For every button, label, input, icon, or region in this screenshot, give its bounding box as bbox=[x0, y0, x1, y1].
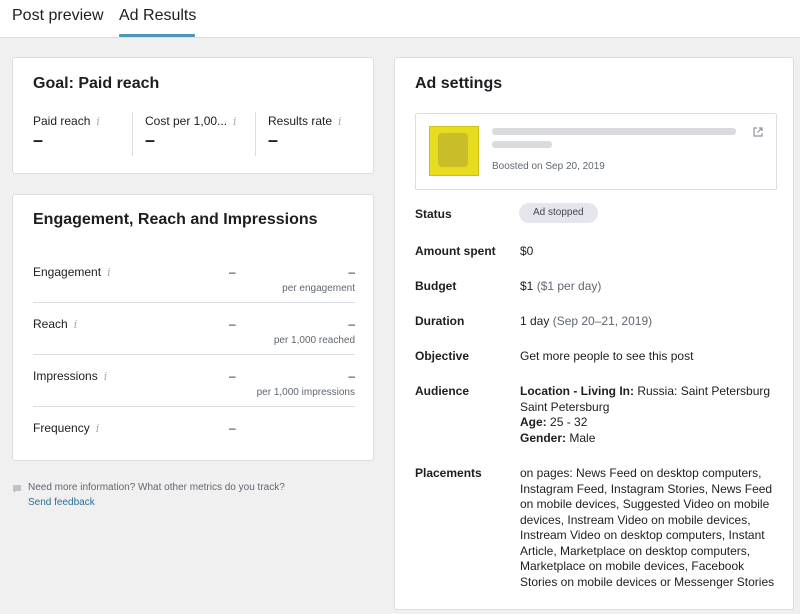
info-icon[interactable]: i bbox=[104, 370, 108, 383]
row-cost: – bbox=[348, 369, 355, 383]
info-icon[interactable]: i bbox=[96, 422, 100, 435]
audience-gender-val: Male bbox=[569, 430, 596, 445]
row-label: Reach bbox=[33, 317, 68, 331]
objective-label: Objective bbox=[415, 349, 470, 363]
placements-value: on pages: News Feed on desktop computers… bbox=[520, 466, 775, 589]
info-icon[interactable]: i bbox=[107, 266, 111, 279]
metric-row-reach: Reach i – – per 1,000 reached bbox=[33, 303, 355, 355]
row-value: – bbox=[229, 265, 236, 279]
info-icon[interactable]: i bbox=[338, 115, 342, 128]
divider bbox=[132, 112, 133, 156]
audience-value: Location - Living In: Russia: Saint Pete… bbox=[520, 384, 780, 446]
duration-days: 1 day bbox=[520, 314, 550, 328]
comment-icon bbox=[13, 485, 21, 493]
ad-settings-card: Ad settings Boosted on Sep 20, 2019 Stat… bbox=[394, 57, 794, 610]
metric-label: Cost per 1,00... bbox=[145, 114, 228, 128]
tab-post-preview[interactable]: Post preview bbox=[12, 6, 104, 26]
status-badge: Ad stopped bbox=[519, 203, 598, 223]
tab-ad-results[interactable]: Ad Results bbox=[119, 6, 196, 26]
budget-label: Budget bbox=[415, 279, 457, 293]
row-label: Frequency bbox=[33, 421, 90, 435]
metric-row-engagement: Engagement i – – per engagement bbox=[33, 251, 355, 303]
audience-gender-key: Gender: bbox=[520, 430, 567, 445]
audience-location-val: Russia: Saint Petersburg bbox=[637, 384, 771, 398]
external-link-icon[interactable] bbox=[752, 126, 764, 138]
row-cost: – bbox=[348, 317, 355, 331]
metric-row-impressions: Impressions i – – per 1,000 impressions bbox=[33, 355, 355, 407]
metric-value: – bbox=[33, 130, 44, 150]
budget-value: $1 ($1 per day) bbox=[520, 279, 780, 295]
amount-spent-label: Amount spent bbox=[415, 244, 496, 258]
amount-spent-value: $0 bbox=[520, 244, 534, 258]
audience-location-key: Location - Living In: bbox=[520, 384, 634, 398]
row-label: Impressions bbox=[33, 369, 98, 383]
objective-value: Get more people to see this post bbox=[520, 349, 694, 363]
info-icon[interactable]: i bbox=[233, 115, 237, 128]
metric-results-rate: Results rate i – bbox=[268, 112, 368, 154]
budget-amount: $1 bbox=[520, 279, 534, 293]
duration-value: 1 day (Sep 20–21, 2019) bbox=[520, 314, 780, 330]
thumbnail-blur bbox=[438, 133, 468, 167]
boosted-post-preview[interactable]: Boosted on Sep 20, 2019 bbox=[415, 113, 777, 190]
engagement-title: Engagement, Reach and Impressions bbox=[33, 211, 318, 228]
engagement-card: Engagement, Reach and Impressions Engage… bbox=[12, 194, 374, 461]
info-icon[interactable]: i bbox=[74, 318, 78, 331]
info-icon[interactable]: i bbox=[96, 115, 100, 128]
metric-label: Paid reach bbox=[33, 114, 91, 128]
audience-location-val2: Saint Petersburg bbox=[520, 399, 610, 414]
blurred-text bbox=[492, 141, 552, 148]
tab-bar: Post preview Ad Results bbox=[0, 0, 800, 38]
duration-label: Duration bbox=[415, 314, 465, 328]
row-cost-unit: per 1,000 reached bbox=[273, 335, 355, 346]
placements-label: Placements bbox=[415, 466, 482, 480]
row-cost-unit: per 1,000 impressions bbox=[256, 387, 355, 398]
audience-label: Audience bbox=[415, 384, 470, 398]
blurred-text bbox=[492, 128, 736, 135]
status-label: Status bbox=[415, 207, 452, 221]
goal-card: Goal: Paid reach Paid reach i – Cost per … bbox=[12, 57, 374, 174]
feedback-question: Need more information? What other metric… bbox=[28, 482, 285, 493]
audience-age-key: Age: bbox=[520, 415, 547, 429]
boosted-date: Boosted on Sep 20, 2019 bbox=[492, 161, 605, 172]
row-cost: – bbox=[348, 265, 355, 279]
duration-detail: (Sep 20–21, 2019) bbox=[552, 314, 653, 328]
active-tab-indicator bbox=[119, 34, 195, 37]
row-value: – bbox=[229, 421, 236, 435]
ad-settings-title: Ad settings bbox=[415, 75, 503, 92]
metric-value: – bbox=[145, 130, 156, 150]
row-value: – bbox=[229, 369, 236, 383]
row-cost-unit: per engagement bbox=[282, 283, 355, 294]
metric-paid-reach: Paid reach i – bbox=[33, 112, 133, 154]
goal-title: Goal: Paid reach bbox=[33, 75, 160, 92]
metric-label: Results rate bbox=[268, 114, 333, 128]
post-thumbnail bbox=[429, 126, 479, 176]
audience-age-val: 25 - 32 bbox=[550, 415, 588, 429]
row-label: Engagement bbox=[33, 265, 102, 279]
row-value: – bbox=[229, 317, 236, 331]
budget-detail: ($1 per day) bbox=[536, 279, 602, 293]
metric-row-frequency: Frequency i – bbox=[33, 407, 355, 459]
send-feedback-link[interactable]: Send feedback bbox=[28, 497, 95, 508]
divider bbox=[255, 112, 256, 156]
metric-cost-per-1000: Cost per 1,00... i – bbox=[145, 112, 255, 154]
metric-value: – bbox=[268, 130, 279, 150]
